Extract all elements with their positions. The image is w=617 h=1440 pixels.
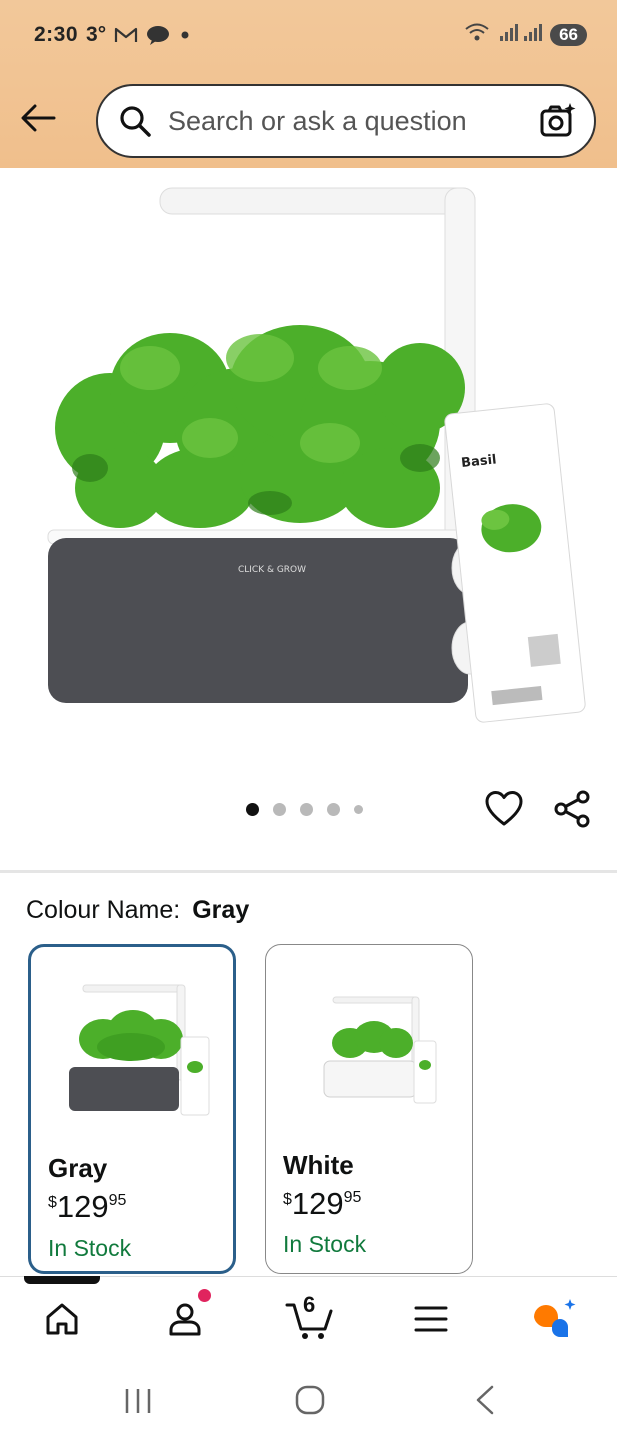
nav-account[interactable] bbox=[161, 1295, 209, 1343]
home-circle-icon bbox=[295, 1385, 325, 1415]
search-input[interactable]: Search or ask a question bbox=[168, 106, 538, 137]
search-icon bbox=[120, 106, 151, 137]
pagination-dot[interactable] bbox=[300, 803, 313, 816]
nav-home[interactable] bbox=[38, 1295, 86, 1343]
pagination-dot[interactable] bbox=[273, 803, 286, 816]
brand-lettering: CLICK & GROW bbox=[238, 565, 306, 575]
gmail-icon bbox=[114, 26, 138, 44]
stock-status: In Stock bbox=[48, 1235, 132, 1261]
account-notification-dot bbox=[198, 1289, 211, 1302]
system-navigation-bar bbox=[0, 1366, 617, 1440]
share-icon bbox=[554, 790, 590, 828]
status-time: 2:30 bbox=[34, 23, 79, 46]
pagination-dot[interactable] bbox=[354, 805, 363, 814]
home-icon bbox=[46, 1303, 78, 1335]
search-bar[interactable]: Search or ask a question bbox=[96, 84, 596, 158]
active-tab-indicator bbox=[24, 1276, 100, 1284]
price-fraction: 95 bbox=[108, 1192, 127, 1209]
colour-option-white[interactable]: White $12995 In Stock bbox=[265, 944, 473, 1274]
chevron-left-icon bbox=[476, 1385, 494, 1415]
option-name: Gray bbox=[48, 1153, 108, 1183]
wishlist-button[interactable] bbox=[484, 789, 524, 829]
top-header: 2:30 3° 66 Search or ask a question bbox=[0, 0, 617, 168]
price-fraction: 95 bbox=[343, 1189, 362, 1206]
price-symbol: $ bbox=[48, 1194, 57, 1211]
colour-label: Colour Name: bbox=[26, 896, 181, 924]
status-temp: 3° bbox=[86, 23, 107, 46]
stock-status: In Stock bbox=[283, 1231, 367, 1257]
camera-sparkle-icon bbox=[540, 103, 576, 137]
back-system-button[interactable] bbox=[470, 1384, 500, 1416]
price-whole: 129 bbox=[56, 1189, 109, 1224]
signal-icon bbox=[498, 22, 543, 48]
product-image[interactable]: CLICK & GROW Basil bbox=[0, 168, 617, 768]
account-icon bbox=[169, 1303, 201, 1336]
gray-variant-thumbnail bbox=[53, 977, 217, 1127]
heart-icon bbox=[485, 791, 523, 826]
pagination-dot[interactable] bbox=[246, 803, 259, 816]
price-symbol: $ bbox=[283, 1191, 292, 1208]
colour-selected-value: Gray bbox=[192, 896, 250, 924]
talk-icon bbox=[146, 25, 170, 45]
notification-dot-icon bbox=[178, 28, 192, 42]
back-button[interactable] bbox=[16, 96, 60, 140]
white-variant-thumbnail bbox=[288, 975, 452, 1125]
battery-indicator: 66 bbox=[550, 24, 587, 46]
cart-count-badge: 6 bbox=[303, 1292, 316, 1317]
nav-menu[interactable] bbox=[407, 1295, 455, 1343]
section-divider bbox=[0, 870, 617, 873]
status-bar: 2:30 3° 66 bbox=[34, 20, 587, 50]
recent-apps-icon bbox=[125, 1389, 151, 1413]
camera-search-button[interactable] bbox=[538, 101, 578, 141]
wifi-icon bbox=[464, 22, 490, 48]
price-whole: 129 bbox=[291, 1186, 344, 1221]
arrow-left-icon bbox=[21, 104, 56, 132]
option-name: White bbox=[283, 1150, 354, 1180]
colour-option-gray[interactable]: Gray $12995 In Stock bbox=[28, 944, 236, 1274]
rufus-icon bbox=[534, 1299, 576, 1337]
pagination-dot[interactable] bbox=[327, 803, 340, 816]
option-price: $12995 bbox=[48, 1189, 126, 1225]
menu-icon bbox=[414, 1306, 448, 1332]
option-price: $12995 bbox=[283, 1186, 361, 1222]
recent-apps-button[interactable] bbox=[122, 1386, 154, 1416]
share-button[interactable] bbox=[552, 789, 592, 829]
bottom-navigation bbox=[0, 1276, 617, 1366]
image-pagination[interactable] bbox=[246, 803, 363, 816]
colour-label-row: Colour Name: Gray bbox=[26, 896, 249, 925]
nav-rufus[interactable] bbox=[530, 1295, 578, 1343]
home-system-button[interactable] bbox=[294, 1384, 326, 1416]
